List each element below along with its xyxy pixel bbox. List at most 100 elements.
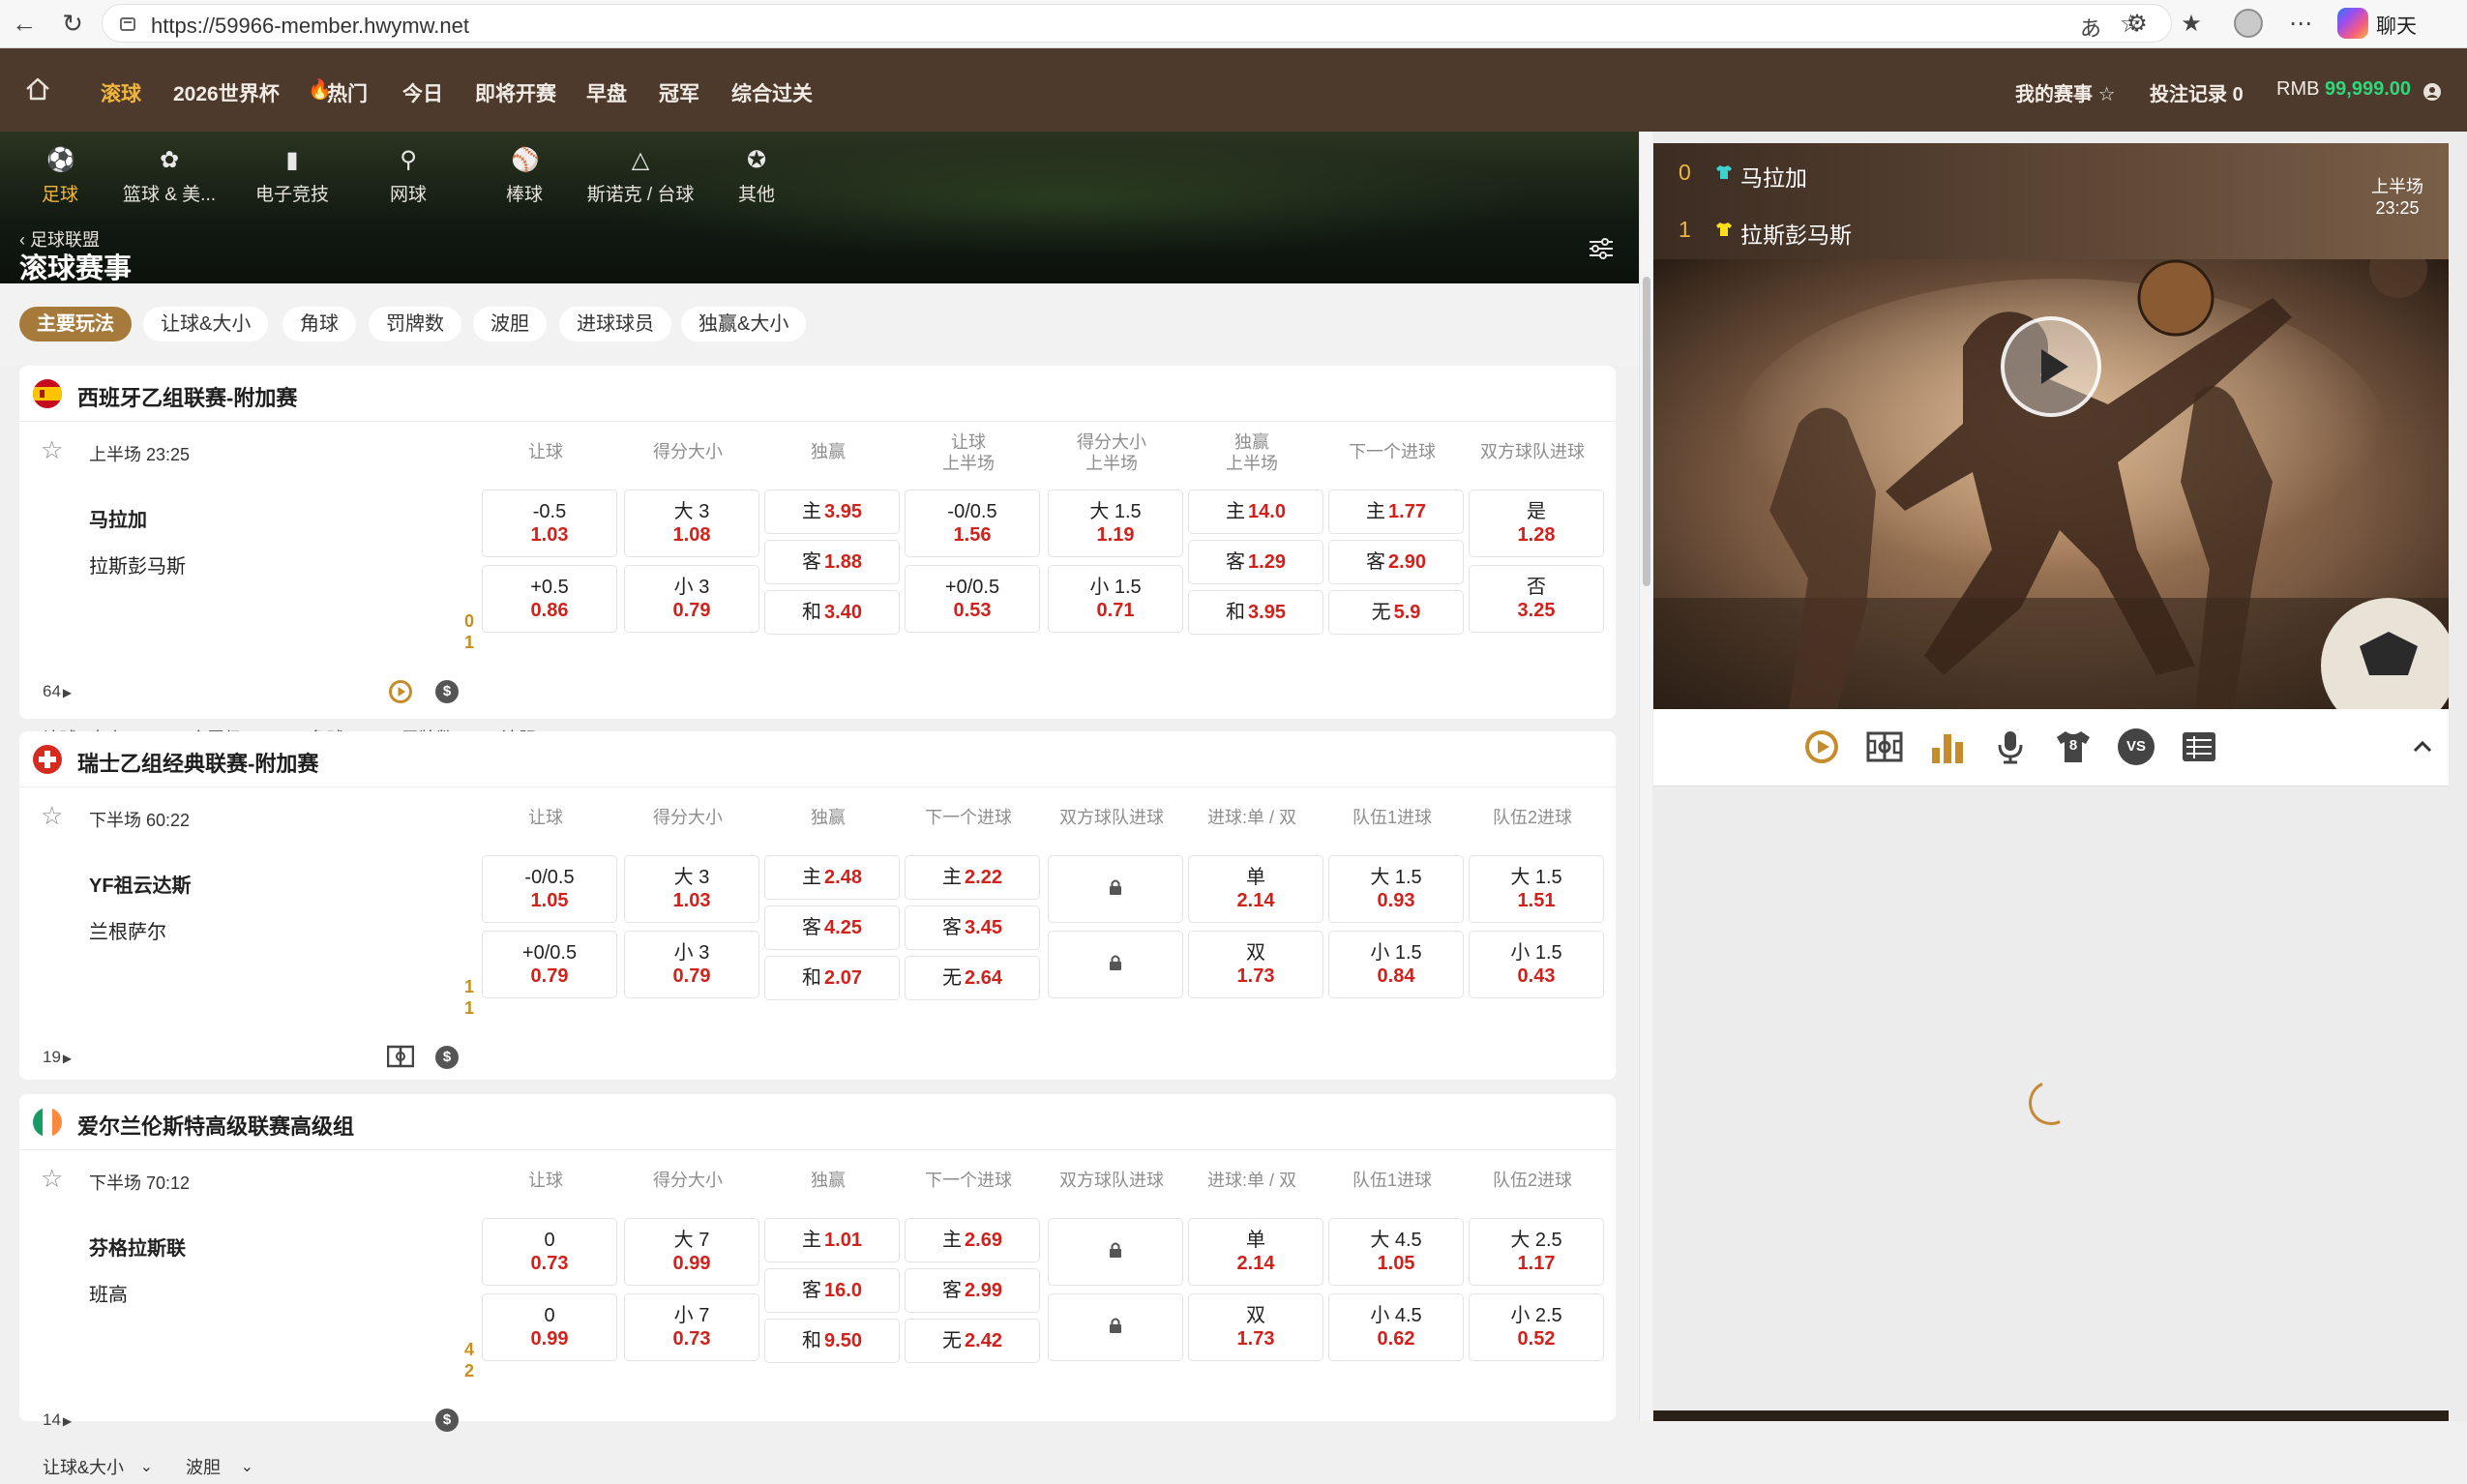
odds-button[interactable]: 小 1.5 0.71 (1048, 565, 1183, 633)
tab-1x2-ou[interactable]: 独赢&大小 (681, 307, 807, 341)
back-arrow-icon[interactable]: ← (0, 0, 48, 46)
odds-button[interactable]: 主 2.22 (905, 855, 1040, 900)
odds-button[interactable]: 小 1.5 0.84 (1328, 931, 1464, 998)
odds-button[interactable]: 大 3 1.03 (624, 855, 759, 923)
more-menu-icon[interactable]: ⋯ (2276, 0, 2325, 46)
odds-button[interactable]: 客 3.45 (905, 905, 1040, 950)
odds-button[interactable]: 大 1.5 0.93 (1328, 855, 1464, 923)
locked-market[interactable] (1048, 1218, 1183, 1286)
stats-dollar-icon[interactable]: $ (435, 1409, 459, 1432)
odds-button[interactable]: 客 1.88 (764, 540, 900, 584)
favorites-icon[interactable]: ★ (2167, 0, 2215, 46)
odds-button[interactable]: 主 14.0 (1188, 490, 1323, 534)
odds-button[interactable]: -0/0.5 1.56 (905, 490, 1040, 557)
scrollbar-thumb[interactable] (1643, 277, 1650, 586)
collapse-chevron-icon[interactable] (2404, 728, 2441, 765)
odds-button[interactable]: 客 2.90 (1328, 540, 1464, 584)
odds-button[interactable]: 否 3.25 (1469, 565, 1604, 633)
sport-soccer[interactable]: ⚽ 足球 (7, 147, 113, 206)
commentary-mic-icon[interactable] (1992, 728, 2029, 765)
odds-button[interactable]: +0/0.5 0.79 (482, 931, 617, 998)
extensions-icon[interactable]: ⚙ (2113, 0, 2161, 46)
odds-button[interactable]: 大 4.5 1.05 (1328, 1218, 1464, 1286)
odds-button[interactable]: 双 1.73 (1188, 1293, 1323, 1361)
chat-button-label[interactable]: 聊天 (2376, 11, 2417, 40)
play-video-button[interactable] (2001, 316, 2101, 417)
site-info-icon[interactable] (118, 15, 137, 34)
head-to-head-icon[interactable]: VS (2118, 728, 2155, 765)
locked-market[interactable] (1048, 855, 1183, 923)
odds-button[interactable]: 和 3.40 (764, 590, 900, 635)
sport-basketball[interactable]: ✿ 篮球 & 美... (116, 147, 223, 206)
odds-button[interactable]: -0/0.5 1.05 (482, 855, 617, 923)
nav-item-worldcup[interactable]: 2026世界杯 (173, 78, 280, 107)
odds-button[interactable]: 小 3 0.79 (624, 931, 759, 998)
address-bar[interactable]: https://59966-member.hwymw.net あ ☆ (102, 4, 2172, 43)
nav-item-upcoming[interactable]: 即将开赛 (475, 78, 556, 107)
stats-dollar-icon[interactable]: $ (435, 1046, 459, 1069)
odds-button[interactable]: 客 16.0 (764, 1268, 900, 1313)
left-scrollbar[interactable] (1639, 132, 1652, 1421)
tab-main[interactable]: 主要玩法 (19, 307, 132, 341)
odds-button[interactable]: 主 3.95 (764, 490, 900, 534)
odds-button[interactable]: 主 2.48 (764, 855, 900, 900)
odds-button[interactable]: 无 2.64 (905, 956, 1040, 1000)
tab-cards[interactable]: 罚牌数 (369, 307, 461, 341)
odds-button[interactable]: 和 9.50 (764, 1319, 900, 1363)
odds-button[interactable]: 大 1.5 1.51 (1469, 855, 1604, 923)
reload-icon[interactable]: ↻ (48, 0, 97, 46)
odds-button[interactable]: 大 3 1.08 (624, 490, 759, 557)
nav-item-today[interactable]: 今日 (402, 78, 443, 107)
league-header[interactable]: 爱尔兰伦斯特高级联赛高级组 (19, 1094, 1616, 1150)
odds-button[interactable]: 主 1.77 (1328, 490, 1464, 534)
odds-button[interactable]: 单 2.14 (1188, 855, 1323, 923)
odds-button[interactable]: 大 7 0.99 (624, 1218, 759, 1286)
sport-other[interactable]: ✪ 其他 (703, 147, 810, 206)
favorite-star-icon[interactable]: ☆ (41, 1164, 63, 1194)
locked-market[interactable] (1048, 931, 1183, 998)
league-header[interactable]: 瑞士乙组经典联赛-附加赛 (19, 731, 1616, 787)
odds-button[interactable]: 主 2.69 (905, 1218, 1040, 1262)
odds-button[interactable]: 单 2.14 (1188, 1218, 1323, 1286)
odds-button[interactable]: +0/0.5 0.53 (905, 565, 1040, 633)
odds-button[interactable]: 小 2.5 0.52 (1469, 1293, 1604, 1361)
nav-item-hot[interactable]: 🔥 热门 (308, 78, 368, 107)
stats-chart-icon[interactable] (1929, 728, 1966, 765)
odds-button[interactable]: 无 5.9 (1328, 590, 1464, 635)
sport-snooker[interactable]: △ 斯诺克 / 台球 (582, 147, 698, 206)
profile-avatar[interactable] (2234, 9, 2263, 38)
odds-button[interactable]: 客 4.25 (764, 905, 900, 950)
tab-scorers[interactable]: 进球球员 (559, 307, 671, 341)
favorite-star-icon[interactable]: ☆ (41, 435, 63, 465)
more-markets-count[interactable]: 64 ▶ (43, 682, 72, 701)
tab-handicap-ou[interactable]: 让球&大小 (143, 307, 269, 341)
nav-item-live[interactable]: 滚球 (101, 78, 141, 107)
odds-button[interactable]: 和 3.95 (1188, 590, 1323, 635)
odds-button[interactable]: 主 1.01 (764, 1218, 900, 1262)
live-video-icon[interactable] (389, 680, 412, 703)
odds-button[interactable]: -0.5 1.03 (482, 490, 617, 557)
scoreboard-table-icon[interactable] (2181, 728, 2217, 765)
odds-button[interactable]: 小 1.5 0.43 (1469, 931, 1604, 998)
stats-dollar-icon[interactable]: $ (435, 680, 459, 703)
odds-button[interactable]: 客 1.29 (1188, 540, 1323, 584)
odds-button[interactable]: 0 0.99 (482, 1293, 617, 1361)
copilot-icon[interactable] (2337, 8, 2368, 39)
odds-button[interactable]: 无 2.42 (905, 1319, 1040, 1363)
odds-button[interactable]: 是 1.28 (1469, 490, 1604, 557)
more-markets-count[interactable]: 14 ▶ (43, 1410, 72, 1430)
my-matches-link[interactable]: 我的赛事 ☆ (2015, 78, 2116, 106)
odds-button[interactable]: 大 1.5 1.19 (1048, 490, 1183, 557)
market-filter-chip[interactable]: 波胆 ⌄ (174, 1451, 263, 1484)
odds-button[interactable]: 0 0.73 (482, 1218, 617, 1286)
sport-baseball[interactable]: ⚾ 棒球 (471, 147, 578, 206)
field-view-icon[interactable] (1866, 728, 1903, 765)
odds-button[interactable]: 和 2.07 (764, 956, 900, 1000)
odds-button[interactable]: +0.5 0.86 (482, 565, 617, 633)
odds-button[interactable]: 小 7 0.73 (624, 1293, 759, 1361)
user-account-icon[interactable] (2422, 82, 2442, 102)
field-tracker-icon[interactable] (386, 1044, 415, 1069)
nav-item-parlay[interactable]: 综合过关 (731, 78, 813, 107)
odds-button[interactable]: 客 2.99 (905, 1268, 1040, 1313)
sport-esports[interactable]: ▮ 电子竞技 (239, 147, 345, 206)
